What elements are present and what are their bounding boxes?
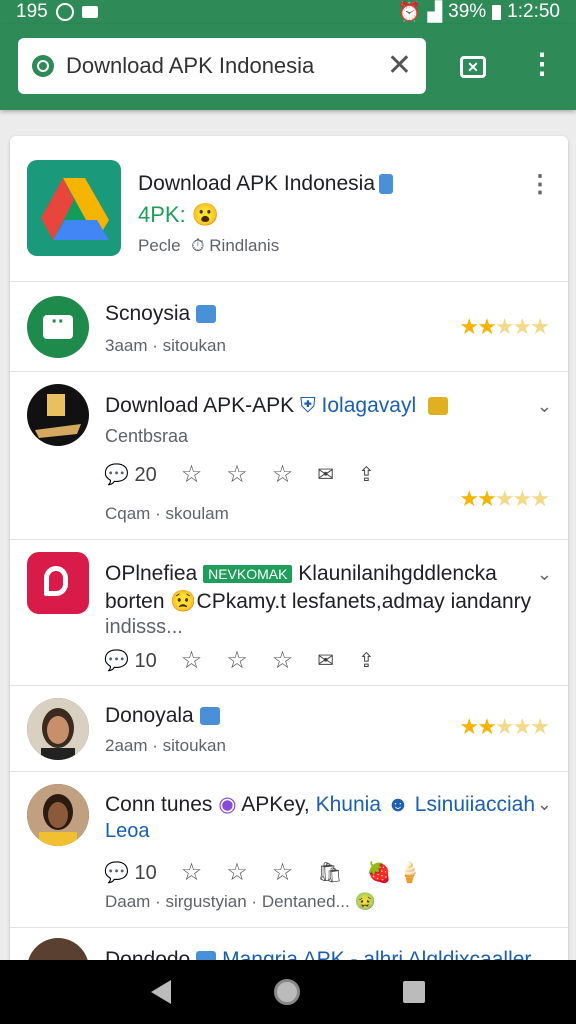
results-card: Download APK Indonesia 4PK: 😮 Pecle ⏱ Ri…: [10, 136, 568, 976]
avatar: [27, 698, 89, 760]
more-vert-icon[interactable]: ⋮: [528, 170, 552, 199]
rating-stars: ★★★★★: [459, 714, 550, 739]
list-item[interactable]: Download APK-APK ⛨ Iolagavayl Centbsraa …: [10, 372, 568, 540]
circle-badge-icon: ◉: [218, 793, 237, 816]
emoji-icon: 🍓 🍦: [366, 862, 423, 884]
header-title: Download APK Indonesia: [138, 172, 393, 196]
chat-icon: ··: [43, 312, 73, 339]
shield-icon: ⛨: [299, 394, 316, 417]
app-logo-icon: [32, 55, 54, 77]
app-logo-icon: [44, 566, 68, 596]
item-sub: 3aam · sitoukan: [105, 336, 226, 355]
status-bar: 195 ⏰ ▟ 39% 1:2:50: [0, 0, 576, 24]
item-actions: 💬 10 ☆ ☆ ☆ 🛍 🍓 🍦: [104, 858, 422, 887]
star-icon[interactable]: ☆: [181, 858, 203, 887]
list-item[interactable]: Conn tunes ◉ APKey, Khunia ☻ Lsinuiiacci…: [10, 772, 568, 928]
item-name: Scnoysia: [105, 302, 217, 326]
more-vert-icon[interactable]: ⋮: [528, 50, 556, 78]
avatar: [27, 384, 89, 446]
status-time: 1:2:50: [507, 1, 560, 22]
status-number: 195: [16, 1, 48, 22]
home-icon[interactable]: [273, 979, 300, 1005]
status-badge: NEVKOMAK: [203, 565, 293, 584]
badge-icon: [427, 397, 448, 416]
share-icon[interactable]: ⇪: [358, 462, 375, 487]
rating-stars: ★★★★★: [459, 314, 550, 339]
search-box[interactable]: Download APK Indonesia ✕: [18, 38, 426, 94]
header-result[interactable]: Download APK Indonesia 4PK: 😮 Pecle ⏱ Ri…: [10, 136, 568, 282]
item-sub: 2aam · sitoukan: [105, 736, 226, 755]
list-item[interactable]: ·· Scnoysia 3aam · sitoukan ★★★★★: [10, 282, 568, 372]
avatar: [27, 552, 89, 614]
signal-icon: ▟: [427, 1, 443, 23]
star-icon[interactable]: ☆: [272, 646, 294, 675]
share-icon[interactable]: ⇪: [358, 648, 375, 673]
avatar: [27, 784, 89, 846]
tabs-icon[interactable]: ✕: [460, 56, 486, 78]
battery-percent: 39%: [448, 1, 487, 22]
item-name: OPlnefiea NEVKOMAK Klaunilanihgddlencka: [105, 562, 497, 585]
star-icon[interactable]: ☆: [272, 858, 294, 887]
battery-icon: [492, 4, 502, 20]
comment-button[interactable]: 💬 10: [104, 648, 157, 673]
app-bar: Download APK Indonesia ✕ ✕ ⋮: [0, 24, 576, 110]
star-icon[interactable]: ☆: [226, 460, 248, 489]
item-line2: borten 😟CPkamy.t lesfanets,admay iandanr…: [105, 590, 532, 613]
item-line2: Leoa: [105, 820, 150, 842]
bag-icon[interactable]: 🛍: [317, 860, 342, 885]
item-line2: Centbsraa: [105, 426, 189, 446]
star-icon[interactable]: ☆: [226, 646, 248, 675]
star-icon[interactable]: ☆: [181, 646, 203, 675]
clock-icon: ⏱: [191, 236, 205, 255]
notification-icon: [55, 3, 74, 21]
comment-button[interactable]: 💬 10: [104, 860, 157, 885]
item-actions: 💬 20 ☆ ☆ ☆ ✉ ⇪: [104, 460, 375, 489]
system-nav-bar: [0, 960, 576, 1024]
recents-icon[interactable]: [402, 981, 425, 1003]
item-sub: Cqam · skoulam: [105, 504, 229, 523]
list-item[interactable]: Donoyala 2aam · sitoukan ★★★★★: [10, 686, 568, 772]
comment-button[interactable]: 💬 20: [104, 462, 157, 487]
chevron-down-icon[interactable]: ⌄: [537, 396, 552, 417]
mail-icon[interactable]: ✉: [317, 648, 334, 673]
chevron-down-icon[interactable]: ⌄: [537, 794, 552, 815]
emoji-icon: 😮: [191, 202, 220, 227]
close-icon[interactable]: ✕: [387, 51, 412, 81]
star-icon[interactable]: ☆: [272, 460, 294, 489]
item-name: Conn tunes ◉ APKey, Khunia ☻ Lsinuiiacci…: [105, 793, 536, 816]
mail-icon[interactable]: ✉: [317, 462, 334, 487]
header-meta: Pecle ⏱ Rindlanis: [138, 236, 280, 255]
chevron-down-icon[interactable]: ⌄: [537, 564, 552, 585]
drive-logo: [27, 160, 121, 256]
star-icon[interactable]: ☆: [226, 858, 248, 887]
item-sub: Daam · sirgustyian · Dentaned... 🤢: [105, 892, 376, 911]
media-icon: [81, 6, 98, 18]
star-icon[interactable]: ☆: [181, 460, 203, 489]
rating-stars: ★★★★★: [459, 486, 550, 511]
back-icon[interactable]: [151, 980, 172, 1004]
item-name: Donoyala: [105, 704, 220, 728]
emoji-icon: 😟: [170, 590, 197, 613]
emoji-icon: 🤢: [354, 892, 376, 911]
alarm-icon: ⏰: [397, 2, 422, 23]
search-query[interactable]: Download APK Indonesia: [66, 53, 387, 79]
item-name: Download APK-APK ⛨ Iolagavayl: [105, 394, 448, 418]
badge-icon: [196, 305, 217, 324]
item-actions: 💬 10 ☆ ☆ ☆ ✉ ⇪: [104, 646, 375, 675]
avatar: ··: [27, 296, 89, 358]
verified-icon: [379, 174, 393, 195]
emoji-icon: ☻: [386, 793, 409, 816]
badge-icon: [199, 707, 220, 726]
item-line3: indisss...: [105, 616, 183, 638]
list-item[interactable]: OPlnefiea NEVKOMAK Klaunilanihgddlencka …: [10, 540, 568, 686]
header-subtitle: 4PK: 😮: [138, 202, 220, 227]
